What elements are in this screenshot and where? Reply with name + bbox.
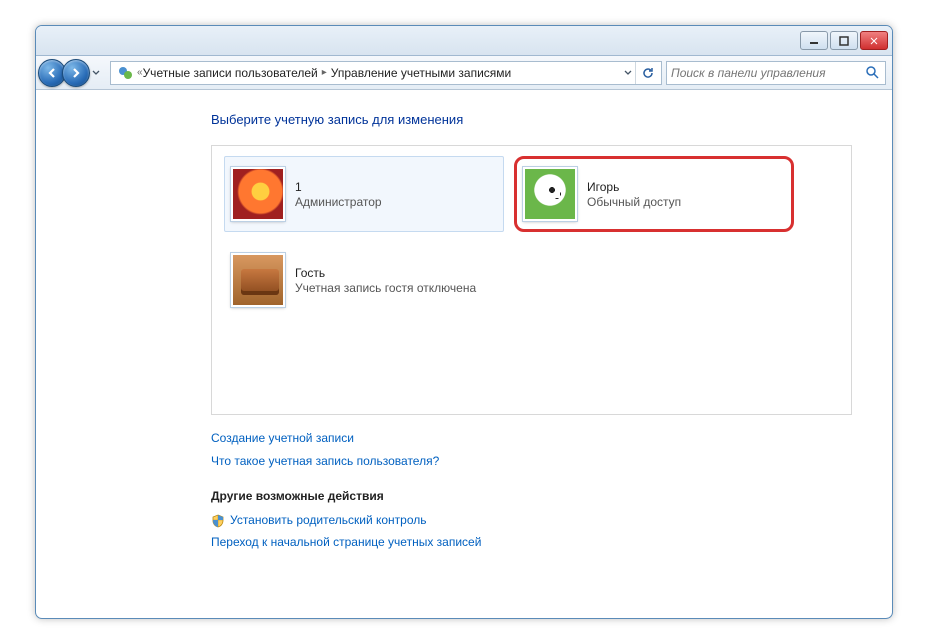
account-name: Гость — [295, 266, 476, 280]
control-panel-icon — [116, 64, 134, 82]
forward-button[interactable] — [62, 59, 90, 87]
avatar — [523, 167, 577, 221]
search-input[interactable] — [671, 66, 865, 80]
avatar — [231, 253, 285, 307]
titlebar — [36, 26, 892, 56]
content-area: Выберите учетную запись для изменения 1 … — [36, 90, 892, 618]
page-heading: Выберите учетную запись для изменения — [211, 112, 852, 127]
search-box[interactable] — [666, 61, 886, 85]
link-parental-control[interactable]: Установить родительский контроль — [230, 509, 427, 532]
close-button[interactable] — [860, 31, 888, 50]
avatar — [231, 167, 285, 221]
minimize-button[interactable] — [800, 31, 828, 50]
shield-icon — [211, 513, 225, 527]
account-item-user[interactable]: Игорь Обычный доступ — [514, 156, 794, 232]
breadcrumb-item[interactable]: Управление учетными записями — [331, 66, 511, 80]
link-goto-accounts-home[interactable]: Переход к начальной странице учетных зап… — [211, 531, 852, 554]
account-name: 1 — [295, 180, 382, 194]
navigation-bar: « Учетные записи пользователей ▸ Управле… — [36, 56, 892, 90]
account-type: Администратор — [295, 195, 382, 209]
address-bar[interactable]: « Учетные записи пользователей ▸ Управле… — [110, 61, 662, 85]
account-item-admin[interactable]: 1 Администратор — [224, 156, 504, 232]
breadcrumb-separator: ▸ — [322, 67, 327, 78]
action-links: Создание учетной записи Что такое учетна… — [211, 427, 852, 473]
account-type: Учетная запись гостя отключена — [295, 281, 476, 295]
other-actions-header: Другие возможные действия — [211, 489, 852, 503]
control-panel-window: « Учетные записи пользователей ▸ Управле… — [35, 25, 893, 619]
refresh-button[interactable] — [635, 62, 659, 84]
history-dropdown[interactable] — [92, 64, 106, 82]
breadcrumb-dropdown[interactable] — [621, 69, 635, 77]
link-create-account[interactable]: Создание учетной записи — [211, 427, 852, 450]
link-what-is-account[interactable]: Что такое учетная запись пользователя? — [211, 450, 852, 473]
search-icon — [865, 65, 881, 81]
account-item-guest[interactable]: Гость Учетная запись гостя отключена — [224, 242, 504, 318]
accounts-list: 1 Администратор Игорь Обычный доступ Гос… — [211, 145, 852, 415]
maximize-button[interactable] — [830, 31, 858, 50]
account-type: Обычный доступ — [587, 195, 681, 209]
account-name: Игорь — [587, 180, 681, 194]
breadcrumb-item[interactable]: Учетные записи пользователей — [143, 66, 318, 80]
